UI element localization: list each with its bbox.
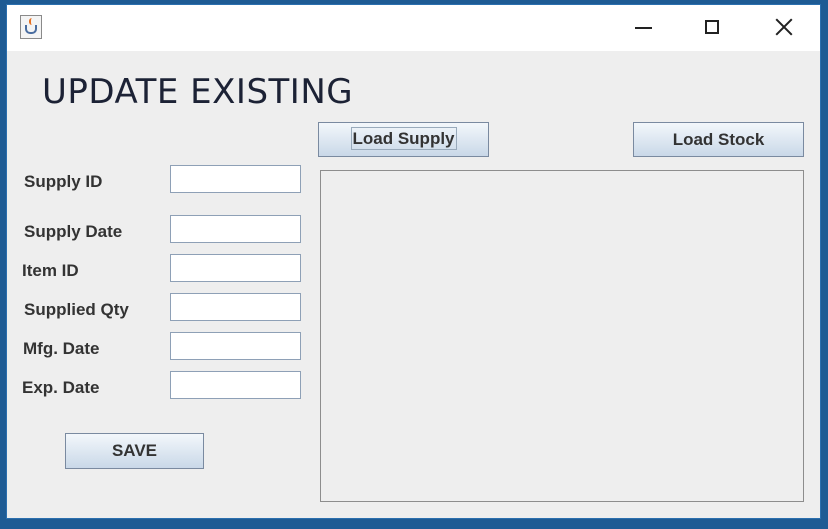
mfg-date-input[interactable]: [170, 332, 301, 360]
exp-date-label: Exp. Date: [22, 378, 100, 397]
supply-date-label: Supply Date: [24, 222, 123, 241]
minimize-button[interactable]: [608, 5, 678, 51]
steam-shape: [29, 18, 35, 25]
close-icon: [774, 17, 794, 37]
save-button[interactable]: SAVE: [65, 433, 204, 469]
maximize-icon: [705, 20, 719, 34]
item-id-label: Item ID: [22, 261, 79, 280]
java-app-icon: [20, 15, 42, 39]
load-supply-label: Load Supply: [350, 127, 457, 150]
page-title: UPDATE EXISTING: [42, 72, 354, 112]
supplied-qty-label: Supplied Qty: [24, 300, 129, 319]
data-list-area[interactable]: [320, 170, 804, 502]
supply-date-input[interactable]: [170, 215, 301, 243]
load-stock-label: Load Stock: [672, 130, 765, 149]
exp-date-input[interactable]: [170, 371, 301, 399]
item-id-input[interactable]: [170, 254, 301, 282]
mfg-date-label: Mfg. Date: [23, 339, 100, 358]
save-label: SAVE: [111, 441, 158, 460]
load-stock-button[interactable]: Load Stock: [633, 122, 804, 157]
app-window: UPDATE EXISTING Load Supply Load Stock S…: [6, 4, 821, 519]
supplied-qty-input[interactable]: [170, 293, 301, 321]
minimize-icon: [635, 27, 652, 29]
supply-id-input[interactable]: [170, 165, 301, 193]
title-bar[interactable]: [7, 5, 820, 51]
load-supply-button[interactable]: Load Supply: [318, 122, 489, 157]
cup-shape: [25, 25, 37, 34]
supply-id-label: Supply ID: [24, 172, 103, 191]
maximize-button[interactable]: [678, 5, 748, 51]
close-button[interactable]: [748, 5, 818, 51]
